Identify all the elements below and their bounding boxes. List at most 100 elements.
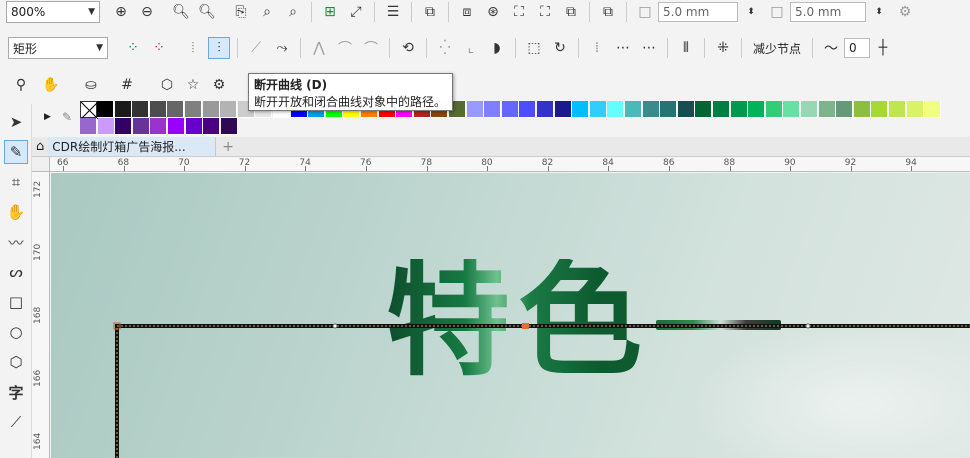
zoom-in-icon[interactable]: ⊕	[110, 1, 132, 23]
node-transform-icon[interactable]: ⧈	[456, 1, 478, 23]
stepper-icon[interactable]: ⬍	[740, 1, 762, 23]
search-icon[interactable]: ⚲	[10, 74, 32, 96]
color-swatch[interactable]	[730, 101, 748, 118]
color-swatch[interactable]	[132, 118, 150, 135]
reduce-nodes-button[interactable]: 减少节点	[753, 40, 801, 57]
align-horizontal-icon[interactable]: ⁞	[586, 37, 608, 59]
color-swatch[interactable]	[660, 101, 678, 118]
settings-icon[interactable]: ⚙	[894, 1, 916, 23]
ruler-corner[interactable]	[32, 157, 50, 172]
node-stretch-icon[interactable]: ⛶	[534, 1, 556, 23]
color-swatch[interactable]	[115, 118, 133, 135]
gear-shape-icon[interactable]: ⚙	[208, 74, 230, 96]
node-scale-icon[interactable]: ⛶	[508, 1, 530, 23]
color-swatch[interactable]	[677, 101, 695, 118]
close-curve-icon[interactable]: ◗	[486, 37, 508, 59]
select-all-nodes-icon[interactable]: ⬚	[523, 37, 545, 59]
zoom-selected-icon[interactable]: 🔍︎	[170, 1, 192, 23]
polygon-icon[interactable]: ⬡	[156, 74, 178, 96]
smooth-node-icon[interactable]: ⌒	[334, 37, 356, 59]
color-swatch[interactable]	[783, 101, 801, 118]
to-curve-icon[interactable]: ⤳	[271, 37, 293, 59]
color-swatch[interactable]	[818, 101, 836, 118]
distribute-icon[interactable]: ⋯	[612, 37, 634, 59]
color-swatch[interactable]	[713, 101, 730, 118]
color-swatch[interactable]	[853, 101, 871, 118]
cusp-node-icon[interactable]: ⋀	[308, 37, 330, 59]
delete-node-icon[interactable]: ⁘	[148, 37, 170, 59]
chevron-down-icon[interactable]: ▼	[96, 43, 103, 53]
color-swatch[interactable]	[801, 101, 818, 118]
color-swatch[interactable]	[220, 101, 238, 118]
elastic-mode-icon[interactable]: ⧉	[560, 1, 582, 23]
document-tab[interactable]: CDR绘制灯箱广告海报...	[48, 137, 217, 156]
hand-icon[interactable]: ✋	[40, 74, 62, 96]
color-swatch[interactable]	[748, 101, 766, 118]
color-swatch[interactable]	[484, 101, 502, 118]
crop-tool-icon[interactable]: ⌗	[4, 170, 28, 194]
fill-bucket-icon[interactable]: ⛀	[80, 74, 102, 96]
selection-mode-select[interactable]: 矩形 ▼	[8, 37, 108, 59]
color-swatch[interactable]	[80, 118, 97, 135]
color-swatch[interactable]	[97, 101, 114, 118]
chevron-down-icon[interactable]: ▼	[88, 7, 95, 17]
break-curve-icon[interactable]: ⫶	[208, 37, 230, 59]
text-tool-icon[interactable]: 字	[4, 380, 28, 404]
auto-close-icon[interactable]: ⧉	[597, 1, 619, 23]
zoom-level-combo[interactable]: 800% ▼	[6, 1, 100, 23]
color-swatch[interactable]	[642, 101, 660, 118]
vertical-ruler[interactable]: 172 170 168 166 164	[32, 172, 50, 458]
color-swatch[interactable]	[149, 101, 167, 118]
color-swatch[interactable]	[220, 118, 238, 135]
zoom-all-icon[interactable]: 🔍︎	[196, 1, 218, 23]
height-field[interactable]: 5.0 mm	[790, 2, 866, 22]
add-tab-button[interactable]: +	[222, 139, 234, 155]
align-nodes-vertical-icon[interactable]: ⦀	[675, 37, 697, 59]
color-swatch[interactable]	[765, 101, 783, 118]
select-nodes-icon[interactable]: ⁜	[712, 37, 734, 59]
color-swatch[interactable]	[466, 101, 484, 118]
color-swatch[interactable]	[836, 101, 854, 118]
drawing-canvas[interactable]: 特色	[51, 173, 970, 458]
color-swatch[interactable]	[185, 101, 202, 118]
color-swatch[interactable]	[150, 118, 168, 135]
curve-path[interactable]	[51, 173, 970, 458]
color-swatch[interactable]	[97, 118, 115, 135]
color-swatch[interactable]	[607, 101, 625, 118]
dimension-tool-icon[interactable]: ⟋	[4, 410, 28, 434]
color-swatch[interactable]	[185, 118, 203, 135]
color-swatch[interactable]	[589, 101, 607, 118]
polygon-tool-icon[interactable]: ⬡	[4, 350, 28, 374]
color-swatch[interactable]	[203, 118, 221, 135]
star-icon[interactable]: ☆	[182, 74, 204, 96]
color-swatch[interactable]	[554, 101, 572, 118]
color-swatch[interactable]	[132, 101, 150, 118]
add-node-icon[interactable]: ⁘	[122, 37, 144, 59]
color-swatch[interactable]	[168, 118, 185, 135]
shape-tool-icon[interactable]: ✎	[4, 140, 28, 164]
color-swatch[interactable]	[572, 101, 590, 118]
to-front-icon[interactable]: ⧉	[419, 1, 441, 23]
symmetrical-node-icon[interactable]: ⌒	[360, 37, 382, 59]
color-swatch[interactable]	[871, 101, 889, 118]
color-swatch[interactable]	[695, 101, 713, 118]
grid-icon[interactable]: #	[116, 74, 138, 96]
pick-tool-icon[interactable]: ➤	[4, 110, 28, 134]
freehand-tool-icon[interactable]: 〰	[4, 230, 28, 254]
align-center-icon[interactable]: ⋯	[638, 37, 660, 59]
extract-subpath-icon[interactable]: ⌞	[460, 37, 482, 59]
ellipse-tool-icon[interactable]: ○	[4, 320, 28, 344]
zoom-page-icon[interactable]: ⎘	[230, 1, 252, 23]
color-swatch[interactable]	[924, 101, 942, 118]
select-all-nodes-icon[interactable]: ⊞	[319, 1, 341, 23]
horizontal-ruler[interactable]: 66 68 70 72 74 76 78 80 82 84 86 88 90 92 94	[50, 157, 970, 172]
color-swatch[interactable]	[537, 101, 554, 118]
color-palette[interactable]	[80, 101, 970, 135]
smoothness-slider-icon[interactable]: ┼	[872, 37, 894, 59]
width-field[interactable]: 5.0 mm	[658, 2, 738, 22]
node-rotate-icon[interactable]: ⊛	[482, 1, 504, 23]
smoothness-input[interactable]: 0	[844, 38, 871, 58]
color-swatch[interactable]	[167, 101, 185, 118]
color-swatch[interactable]	[906, 101, 924, 118]
reverse-direction-icon[interactable]: ⟲	[397, 37, 419, 59]
